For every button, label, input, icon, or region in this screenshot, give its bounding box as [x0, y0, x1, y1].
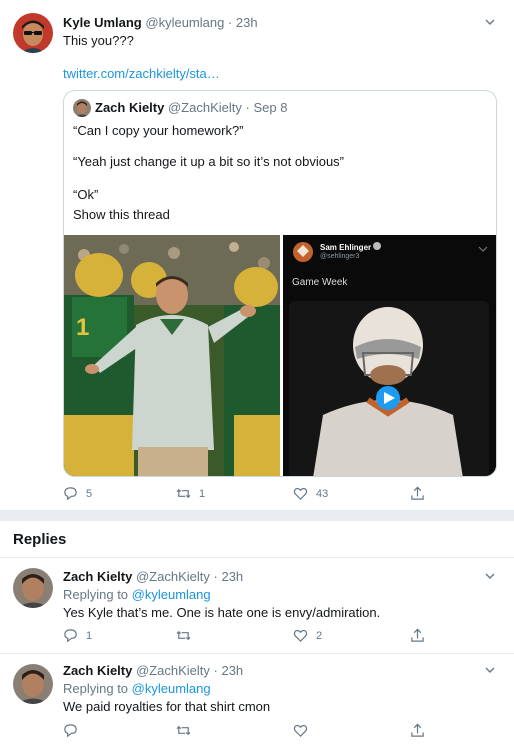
replies-heading: Replies [13, 531, 67, 548]
reply-header: Zach Kielty @ZachKielty · 23h [63, 569, 243, 584]
share-icon [411, 486, 424, 500]
svg-text:1: 1 [76, 314, 89, 341]
quoted-line-2: “Yeah just change it up a bit so it’s no… [73, 154, 345, 169]
share-icon [411, 628, 424, 642]
separator-dot: · [213, 569, 218, 584]
timestamp[interactable]: 23h [236, 15, 258, 30]
replying-prefix: Replying to [63, 587, 129, 602]
share-button[interactable] [410, 628, 425, 643]
like-button[interactable]: 2 [293, 628, 322, 643]
reply-header: Zach Kielty @ZachKielty · 23h [63, 663, 243, 678]
reply-tweet[interactable]: Zach Kielty @ZachKielty · 23h Replying t… [0, 654, 514, 750]
quoted-line-1: “Can I copy your homework?” [73, 123, 244, 138]
separator-dot: · [227, 15, 233, 30]
replying-to-handle[interactable]: @kyleumlang [132, 587, 211, 602]
replying-to: Replying to @kyleumlang [63, 681, 211, 696]
show-thread-link[interactable]: Show this thread [73, 207, 170, 222]
heart-icon [293, 629, 308, 642]
separator-dot: · [213, 663, 218, 678]
author-handle[interactable]: @kyleumlang [145, 15, 224, 30]
tweet-link[interactable]: twitter.com/zachkielty/sta… [63, 66, 220, 81]
photo-embedded-tweet[interactable]: Sam Ehlinger @sehlinger3 Game Week [283, 235, 496, 476]
replying-to-handle[interactable]: @kyleumlang [132, 681, 211, 696]
avatar[interactable] [13, 664, 53, 704]
retweet-button[interactable]: 1 [176, 486, 205, 501]
reply-button[interactable]: 5 [63, 486, 92, 501]
timestamp[interactable]: 23h [221, 663, 243, 678]
share-button[interactable] [410, 723, 425, 738]
avatar [73, 99, 91, 117]
like-button[interactable] [293, 723, 316, 738]
avatar[interactable] [13, 568, 53, 608]
author-handle[interactable]: @ZachKielty [136, 569, 210, 584]
chevron-down-icon[interactable] [484, 570, 496, 582]
embedded-author-name: Sam Ehlinger [320, 243, 372, 252]
like-count: 43 [316, 487, 329, 500]
embedded-author-handle: @sehlinger3 [320, 253, 360, 260]
like-button[interactable]: 43 [293, 486, 328, 501]
chevron-down-icon[interactable] [484, 16, 496, 28]
quoted-header: Zach Kielty @ZachKielty · Sep 8 [95, 100, 287, 115]
section-separator [0, 511, 514, 521]
tweet-text: This you??? [63, 33, 134, 48]
quoted-line-3: “Ok” [73, 187, 99, 202]
reply-actions [63, 723, 443, 743]
timestamp[interactable]: 23h [221, 569, 243, 584]
author-name[interactable]: Kyle Umlang [63, 15, 142, 30]
share-button[interactable] [410, 486, 425, 501]
heart-icon [293, 487, 308, 500]
quoted-author-handle: @ZachKielty [167, 100, 242, 115]
photo-coach[interactable]: 1 [64, 235, 280, 476]
reply-icon [64, 629, 77, 643]
separator-dot: · [245, 100, 250, 115]
reply-icon [64, 487, 77, 501]
quoted-date: Sep 8 [253, 100, 288, 115]
embedded-text: Game Week [292, 277, 348, 288]
reply-count: 1 [86, 629, 93, 642]
avatar[interactable] [13, 13, 53, 53]
replying-prefix: Replying to [63, 681, 129, 696]
main-tweet[interactable]: Kyle Umlang @kyleumlang · 23h This you??… [0, 0, 514, 511]
author-handle[interactable]: @ZachKielty [136, 663, 210, 678]
tweet-header: Kyle Umlang @kyleumlang · 23h [63, 15, 258, 30]
retweet-icon [176, 725, 191, 736]
author-name[interactable]: Zach Kielty [63, 663, 132, 678]
reply-button[interactable]: 1 [63, 628, 92, 643]
reply-tweet[interactable]: Zach Kielty @ZachKielty · 23h Replying t… [0, 558, 514, 654]
retweet-button[interactable] [176, 628, 199, 643]
retweet-icon [176, 630, 191, 641]
reply-icon [64, 724, 77, 738]
reply-text: We paid royalties for that shirt cmon [63, 699, 271, 714]
quoted-tweet[interactable]: Zach Kielty @ZachKielty · Sep 8 “Can I c… [63, 90, 497, 477]
reply-text: Yes Kyle that’s me. One is hate one is e… [63, 605, 381, 620]
like-count: 2 [316, 629, 323, 642]
reply-button[interactable] [63, 723, 86, 738]
reply-count: 5 [86, 487, 93, 500]
author-name[interactable]: Zach Kielty [63, 569, 132, 584]
heart-icon [293, 724, 308, 737]
retweet-button[interactable] [176, 723, 199, 738]
tweet-actions: 5 1 43 [63, 486, 443, 506]
retweet-count: 1 [199, 487, 206, 500]
replying-to: Replying to @kyleumlang [63, 587, 211, 602]
share-icon [411, 723, 424, 737]
quoted-author-name: Zach Kielty [95, 100, 165, 115]
reply-actions: 1 2 [63, 628, 443, 648]
chevron-down-icon[interactable] [484, 664, 496, 676]
retweet-icon [176, 488, 191, 499]
